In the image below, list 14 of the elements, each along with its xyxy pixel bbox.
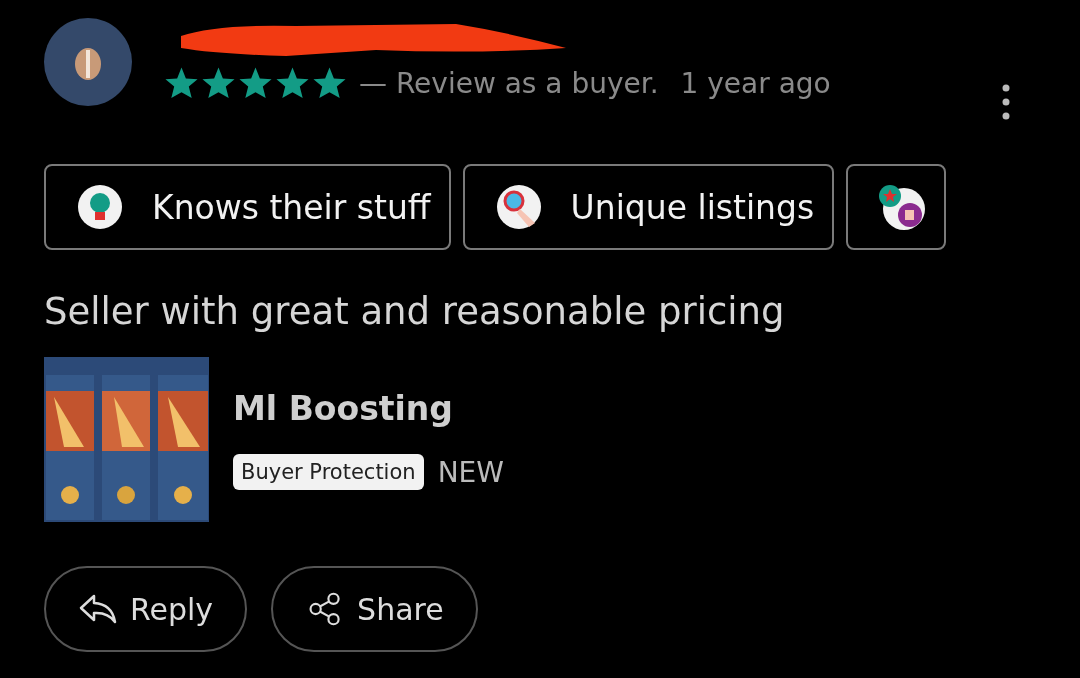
share-button[interactable]: Share (271, 566, 478, 652)
review-text: Seller with great and reasonable pricing (44, 290, 786, 333)
tag-chip: Unique listings (462, 164, 835, 250)
buyer-protection-badge: Buyer Protection (233, 454, 424, 490)
review-role: — Review as a buyer. (359, 67, 659, 100)
magnifier-icon (494, 183, 543, 231)
reply-icon (78, 592, 118, 626)
avatar-icon (44, 18, 132, 106)
reply-button[interactable]: Reply (44, 566, 248, 652)
condition-label: NEW (437, 455, 504, 489)
listing-title[interactable]: Ml Boosting (233, 389, 453, 428)
review-time: 1 year ago (680, 67, 831, 100)
more-options-icon[interactable] (1002, 84, 1010, 120)
tag-chip: Knows their stuff (44, 164, 451, 250)
